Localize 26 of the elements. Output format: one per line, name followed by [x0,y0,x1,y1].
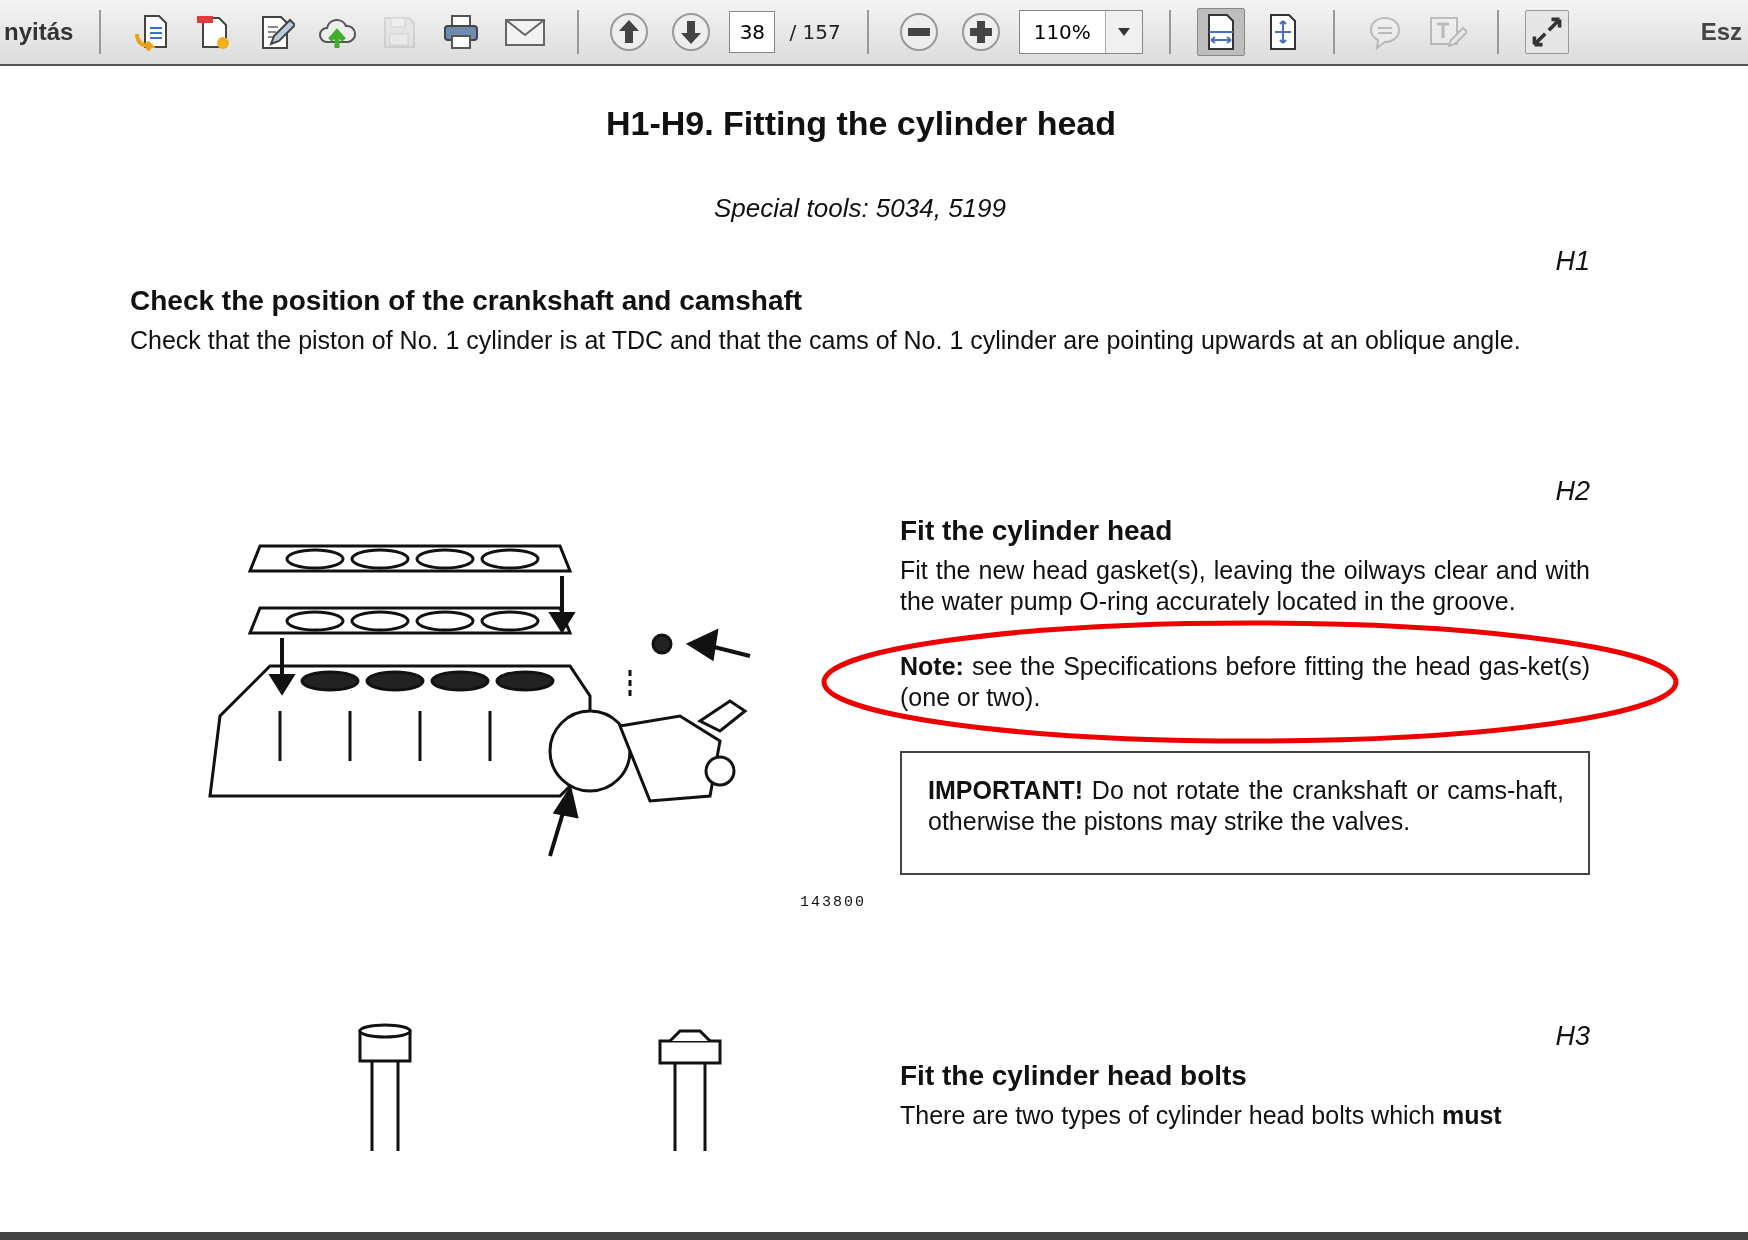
toolbar-label[interactable]: Esz [1700,18,1742,46]
caret-icon [1117,28,1130,36]
page-total: / 157 [789,20,841,44]
step-marker: H1 [1554,246,1590,277]
plus-icon [960,12,1001,52]
section-text: Fit the new head gasket(s), leaving the oilways clear and with the water pump O-ring accurately located in the groove. [900,555,1590,617]
section-heading: Fit the cylinder head [900,515,1174,547]
full-screen-button[interactable] [1524,10,1569,54]
section-heading: Fit the cylinder head bolts [900,1060,1248,1092]
fit-width-button[interactable] [1196,8,1245,56]
special-tools-text: Special tools: 5034, 5199 [713,193,1007,224]
warning-text: IMPORTANT! Do not rotate the crankshaft or cams-haft, otherwise the pistons may strike the valves. [928,775,1564,837]
zoom-dropdown[interactable]: 110% [1018,10,1143,54]
figure-number: 143800 [800,894,866,911]
open-label[interactable]: nyitás [4,18,74,46]
section-text: There are two types of cylinder head bolts which must [900,1100,1503,1131]
step-marker: H3 [1554,1021,1590,1052]
arrow-down-icon [671,12,712,52]
step-marker: H2 [1554,476,1590,507]
arrow-up-icon [609,12,650,52]
section-text: Check that the piston of No. 1 cylinder is at TDC and that the cams of No. 1 cylinder are pointing upwards at an oblique angle. [130,325,1522,356]
note-text: Note: see the Specifications before fitting the head gas-ket(s) (one or two). [900,651,1590,713]
minus-icon [898,12,939,52]
page-title: H1-H9. Fitting the cylinder head [604,104,1118,143]
page-number-field[interactable]: 38 [729,11,776,53]
section-heading: Check the position of the crankshaft and camshaft [130,285,804,317]
